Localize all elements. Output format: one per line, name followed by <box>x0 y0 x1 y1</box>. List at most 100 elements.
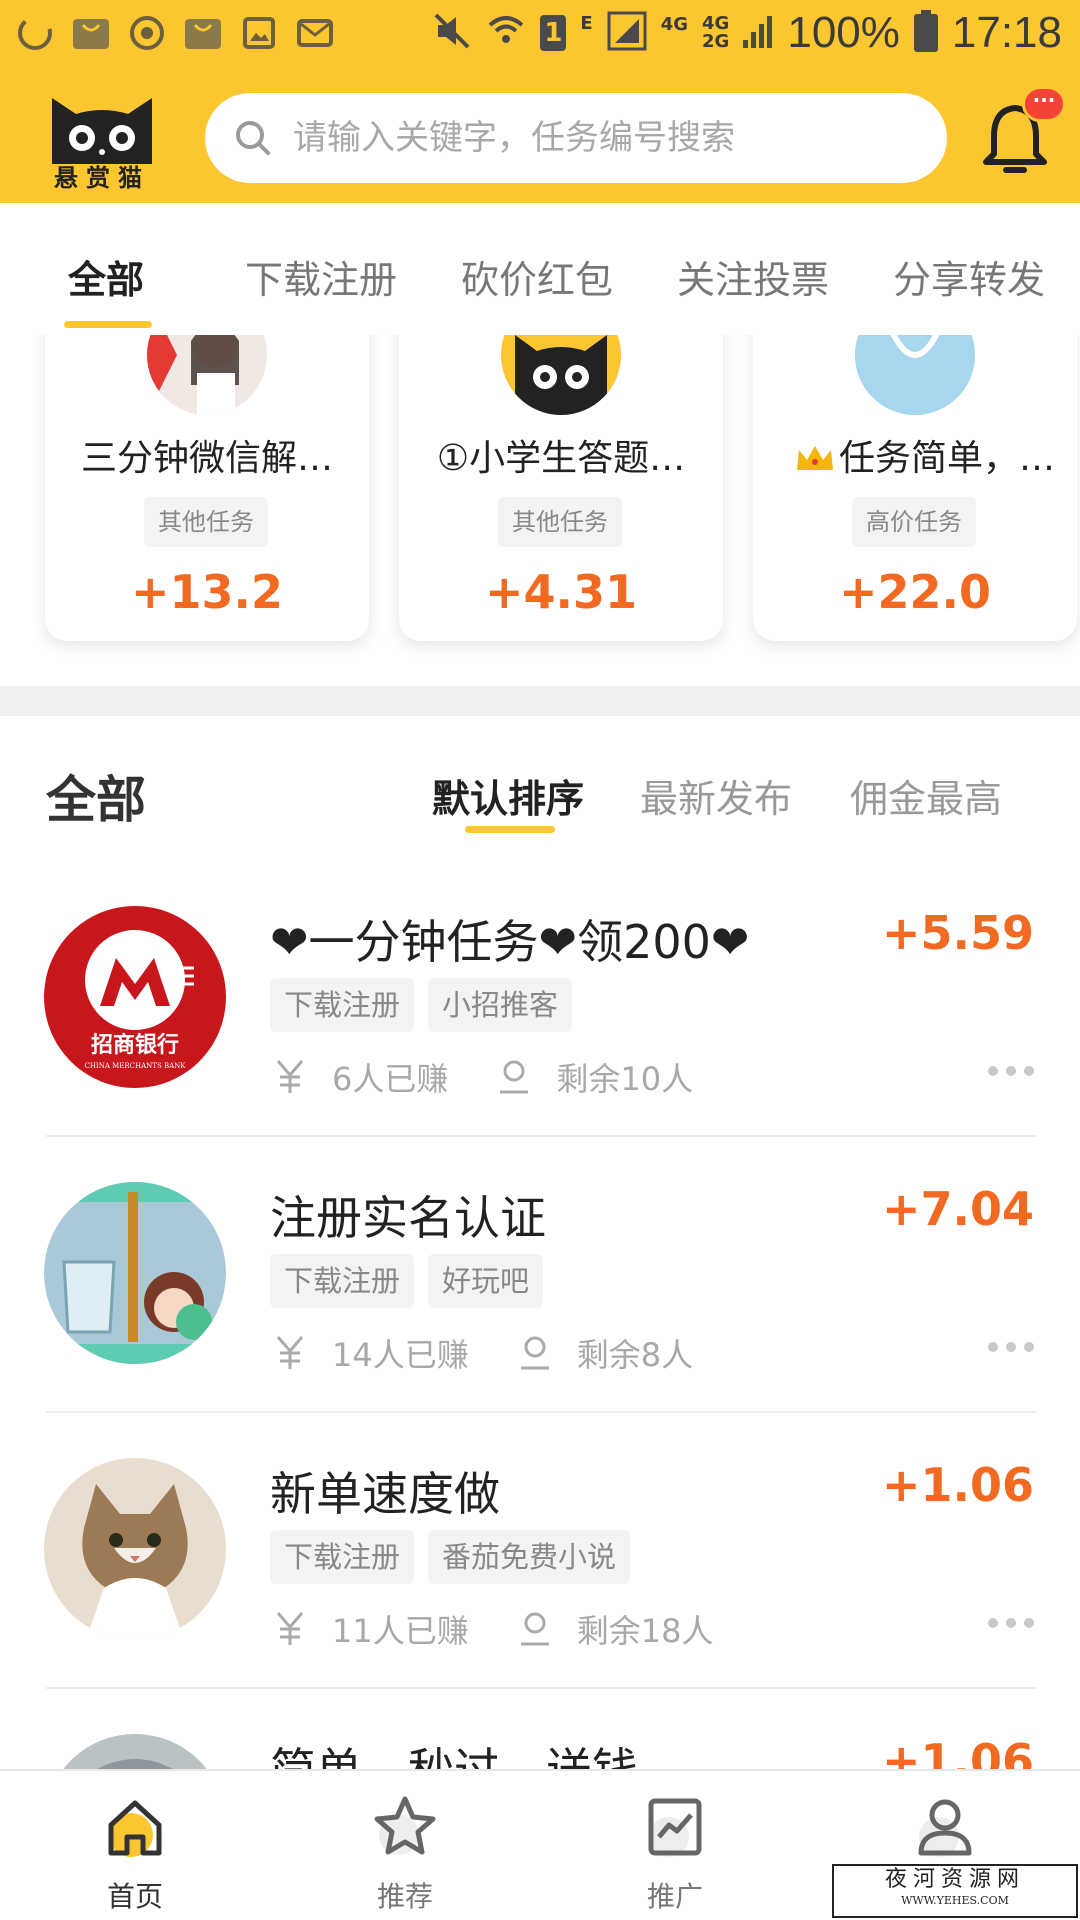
task-row[interactable]: 招商银行 CHINA MERCHANTS BANK ❤一分钟任务❤领200❤ +… <box>0 870 1080 1146</box>
remaining-count: 剩余8人 <box>576 1336 694 1374</box>
sort-active-indicator <box>465 826 555 833</box>
tab-bargain-redpacket[interactable]: 砍价红包 <box>461 249 613 304</box>
user-icon <box>918 1799 972 1857</box>
app-logo[interactable]: 悬赏猫 <box>42 86 162 196</box>
task-list: 招商银行 CHINA MERCHANTS BANK ❤一分钟任务❤领200❤ +… <box>0 870 1080 1770</box>
card-reward: +13.2 <box>130 565 284 619</box>
row-divider <box>46 1411 1036 1413</box>
status-bar: 1 E 4G 4G 2G 100% 17:18 <box>0 0 1080 72</box>
signal-icon <box>607 11 647 55</box>
person-icon <box>515 1333 555 1373</box>
card-title: 三分钟微信解… <box>80 438 333 479</box>
remaining-count: 剩余10人 <box>556 1060 694 1098</box>
card-avatar <box>147 335 267 415</box>
battery-percent: 100% <box>787 8 900 57</box>
tab-active-indicator <box>64 321 152 328</box>
header: 1 E 4G 4G 2G 100% 17:18 悬赏猫 请输入关键字，任务编号搜… <box>0 0 1080 203</box>
card-title: 任务简单，… <box>753 429 1077 481</box>
clock: 17:18 <box>951 8 1062 57</box>
tab-follow-vote[interactable]: 关注投票 <box>677 249 829 304</box>
tab-share-forward[interactable]: 分享转发 <box>893 249 1045 304</box>
task-avatar: 招商银行 CHINA MERCHANTS BANK <box>44 906 226 1088</box>
featured-card[interactable]: ①小学生答题… 其他任务 +4.31 <box>399 335 723 641</box>
section-divider <box>0 686 1080 716</box>
earned-count: 11人已赚 <box>332 1612 469 1650</box>
task-avatar <box>44 1734 226 1770</box>
task-tag: 番茄免费小说 <box>428 1530 631 1584</box>
person-icon <box>494 1057 534 1097</box>
task-meta: 6人已赚 剩余10人 <box>270 1054 693 1100</box>
task-title: ❤一分钟任务❤领200❤ <box>270 915 750 969</box>
task-row[interactable]: 新单速度做 +1.06 下载注册 番茄免费小说 11人已赚 剩余18人 <box>0 1422 1080 1698</box>
card-reward: +22.0 <box>838 565 992 619</box>
task-avatar <box>44 1182 226 1364</box>
card-avatar <box>855 335 975 415</box>
row-divider <box>46 1687 1036 1689</box>
tab-download-register[interactable]: 下载注册 <box>245 249 397 304</box>
watermark: 夜河资源网 WWW.YEHES.COM <box>832 1864 1078 1918</box>
task-reward: +5.59 <box>881 906 1034 960</box>
task-row[interactable]: 简单，秒过，送钱 +1.06 <box>0 1698 1080 1770</box>
yuan-icon <box>270 1609 310 1649</box>
search-input[interactable] <box>293 118 913 158</box>
remaining-count: 剩余18人 <box>576 1612 714 1650</box>
task-tag: 好玩吧 <box>428 1254 544 1308</box>
nav-home[interactable]: 首页 <box>0 1771 270 1920</box>
more-options-icon[interactable] <box>988 1618 1034 1628</box>
task-title: 新单速度做 <box>270 1467 500 1521</box>
card-title: ①小学生答题… <box>436 438 686 479</box>
featured-card[interactable]: 三分钟微信解… 其他任务 +13.2 <box>45 335 369 641</box>
task-tags: 下载注册 小招推客 <box>270 978 573 1032</box>
tab-all[interactable]: 全部 <box>68 249 144 304</box>
star-icon <box>374 1796 436 1855</box>
more-options-icon[interactable] <box>988 1342 1034 1352</box>
network-e: E <box>580 13 593 34</box>
image-icon <box>238 12 280 54</box>
task-title: 注册实名认证 <box>270 1191 546 1245</box>
featured-card[interactable]: 任务简单，… 高价任务 +22.0 <box>753 335 1077 641</box>
card-tag: 其他任务 <box>498 497 622 547</box>
search-bar[interactable] <box>205 93 947 183</box>
task-tag: 下载注册 <box>270 1530 415 1584</box>
svg-text:CHINA MERCHANTS BANK: CHINA MERCHANTS BANK <box>84 1062 186 1070</box>
yuan-icon <box>270 1333 310 1373</box>
sync-icon <box>126 12 168 54</box>
task-meta: 14人已赚 剩余8人 <box>270 1330 693 1376</box>
shop-icon <box>182 12 224 54</box>
nav-label: 推荐 <box>376 1880 433 1913</box>
card-avatar <box>501 335 621 415</box>
cat-logo-icon <box>52 98 152 164</box>
nav-recommend[interactable]: 推荐 <box>270 1771 540 1920</box>
task-reward: +1.06 <box>881 1458 1034 1512</box>
sort-default[interactable]: 默认排序 <box>432 768 584 823</box>
logo-text: 悬赏猫 <box>54 164 150 192</box>
person-icon <box>515 1609 555 1649</box>
task-reward: +7.04 <box>881 1182 1034 1236</box>
nav-promote[interactable]: 推广 <box>540 1771 810 1920</box>
task-row[interactable]: 注册实名认证 +7.04 下载注册 好玩吧 14人已赚 剩余8人 <box>0 1146 1080 1422</box>
yuan-icon <box>270 1057 310 1097</box>
featured-cards: 三分钟微信解… 其他任务 +13.2 ①小学生答题… 其他任务 +4.31 任务… <box>0 335 1080 685</box>
sort-highest-commission[interactable]: 佣金最高 <box>850 768 1002 823</box>
nav-label: 推广 <box>646 1880 703 1913</box>
sim-icon: 1 <box>540 15 567 51</box>
loading-icon <box>14 12 56 54</box>
task-reward: +1.06 <box>881 1734 1034 1770</box>
mute-icon <box>432 11 472 55</box>
task-tag: 小招推客 <box>428 978 573 1032</box>
row-divider <box>46 1135 1036 1137</box>
more-options-icon[interactable] <box>988 1066 1034 1076</box>
app-screen: 1 E 4G 4G 2G 100% 17:18 悬赏猫 请输入关键字，任务编号搜… <box>0 0 1080 1920</box>
card-tag: 高价任务 <box>852 497 976 547</box>
network-4g: 4G <box>660 14 689 35</box>
svg-text:招商银行: 招商银行 <box>91 1032 179 1058</box>
section-title: 全部 <box>46 771 146 829</box>
watermark-sub: WWW.YEHES.COM <box>901 1894 1009 1907</box>
mail-icon <box>294 12 336 54</box>
network-4g-2g: 4G 2G <box>702 13 730 52</box>
sort-newest[interactable]: 最新发布 <box>640 768 792 823</box>
signal-bars-icon <box>743 14 773 52</box>
task-meta: 11人已赚 剩余18人 <box>270 1606 713 1652</box>
crown-icon <box>795 440 835 481</box>
task-avatar <box>44 1458 226 1640</box>
